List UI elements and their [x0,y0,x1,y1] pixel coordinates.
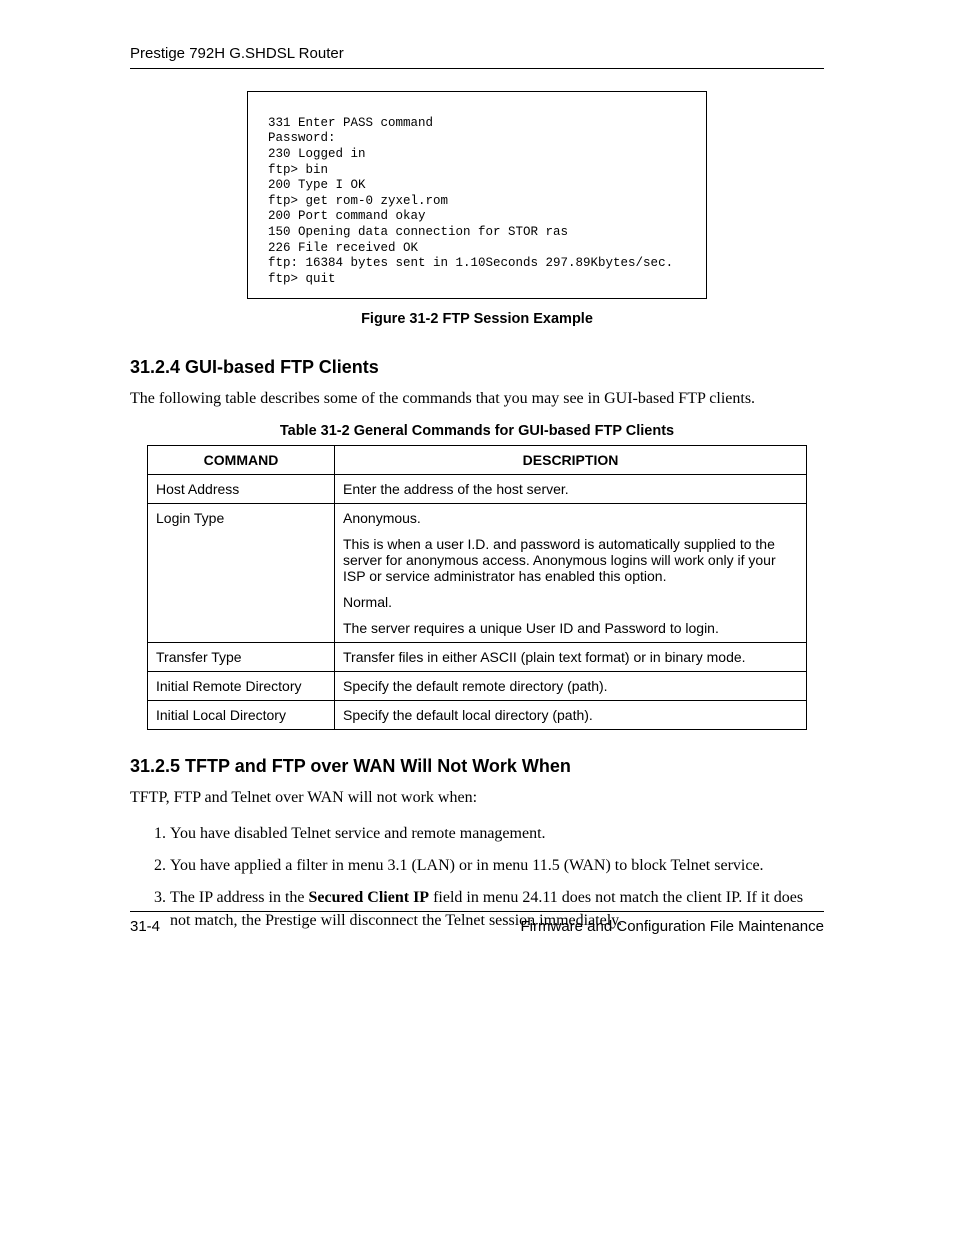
list-item: You have applied a filter in menu 3.1 (L… [170,855,824,877]
desc-cell: Specify the default local directory (pat… [335,701,807,730]
cmd-cell: Initial Remote Directory [148,672,335,701]
secured-client-ip-term: Secured Client IP [308,889,429,906]
section-intro-tftp-wan: TFTP, FTP and Telnet over WAN will not w… [130,787,824,809]
code-line: 230 Logged in [268,147,366,161]
code-line: 226 File received OK [268,241,418,255]
desc-text: Enter the address of the host server. [343,481,798,497]
list-item: You have disabled Telnet service and rem… [170,823,824,845]
table-row: Login Type Anonymous. This is when a use… [148,504,807,643]
desc-text: Specify the default remote directory (pa… [343,678,798,694]
code-line: 150 Opening data connection for STOR ras [268,225,568,239]
commands-table: COMMAND DESCRIPTION Host Address Enter t… [147,445,807,730]
table-row: Initial Local Directory Specify the defa… [148,701,807,730]
cmd-cell: Host Address [148,475,335,504]
cmd-cell: Transfer Type [148,643,335,672]
figure-caption: Figure 31-2 FTP Session Example [130,311,824,327]
cmd-cell: Initial Local Directory [148,701,335,730]
desc-text: Anonymous. [343,510,798,526]
code-line: ftp> get rom-0 zyxel.rom [268,194,448,208]
page: Prestige 792H G.SHDSL Router 331 Enter P… [0,0,954,1235]
section-heading-gui-ftp: 31.2.4 GUI-based FTP Clients [130,357,824,378]
page-number: 31-4 [130,918,160,935]
table-header-row: COMMAND DESCRIPTION [148,446,807,475]
desc-text: The server requires a unique User ID and… [343,620,798,636]
desc-text: Normal. [343,594,798,610]
table-row: Initial Remote Directory Specify the def… [148,672,807,701]
code-line: 200 Type I OK [268,178,366,192]
code-line: 200 Port command okay [268,209,426,223]
desc-text: Transfer files in either ASCII (plain te… [343,649,798,665]
desc-cell: Transfer files in either ASCII (plain te… [335,643,807,672]
section-heading-tftp-wan: 31.2.5 TFTP and FTP over WAN Will Not Wo… [130,756,824,777]
ftp-session-code: 331 Enter PASS command Password: 230 Log… [247,91,707,299]
running-header: Prestige 792H G.SHDSL Router [130,45,824,69]
code-line: 331 Enter PASS command [268,116,433,130]
desc-text: Specify the default local directory (pat… [343,707,798,723]
desc-cell: Enter the address of the host server. [335,475,807,504]
code-line: ftp> quit [268,272,336,286]
footer-title: Firmware and Configuration File Maintena… [521,918,824,935]
desc-text: This is when a user I.D. and password is… [343,536,798,584]
col-header-description: DESCRIPTION [335,446,807,475]
code-line: Password: [268,131,336,145]
table-row: Transfer Type Transfer files in either A… [148,643,807,672]
table-caption: Table 31-2 General Commands for GUI-base… [130,423,824,439]
table-row: Host Address Enter the address of the ho… [148,475,807,504]
page-footer: 31-4 Firmware and Configuration File Mai… [130,911,824,935]
list-item-text: The IP address in the [170,889,308,906]
col-header-command: COMMAND [148,446,335,475]
section-intro-gui-ftp: The following table describes some of th… [130,388,824,410]
code-line: ftp> bin [268,163,328,177]
cmd-cell: Login Type [148,504,335,643]
code-line: ftp: 16384 bytes sent in 1.10Seconds 297… [268,256,673,270]
desc-cell: Specify the default remote directory (pa… [335,672,807,701]
desc-cell: Anonymous. This is when a user I.D. and … [335,504,807,643]
